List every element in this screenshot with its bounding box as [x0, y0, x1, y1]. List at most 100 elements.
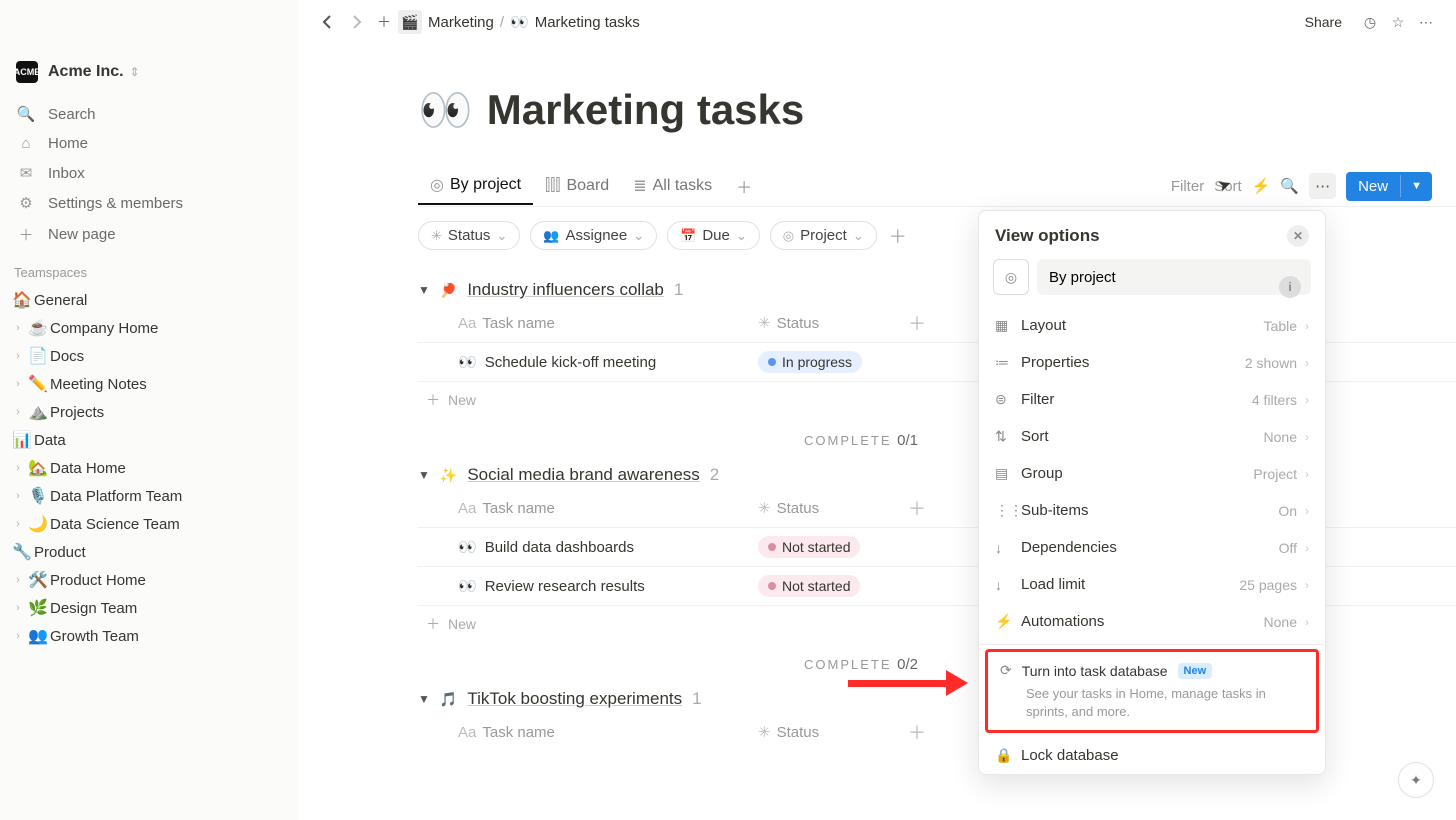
- sidebar-page-item[interactable]: ›🌙Data Science Team: [0, 510, 298, 538]
- add-view-button[interactable]: ＋: [724, 166, 764, 206]
- column-name[interactable]: Task name: [482, 315, 555, 332]
- nav-back-button[interactable]: [314, 8, 342, 36]
- sidebar-page-item[interactable]: ›📄Docs: [0, 342, 298, 370]
- view-option-row[interactable]: ⇅ Sort None ›: [979, 418, 1325, 455]
- chevron-right-icon[interactable]: ›: [10, 490, 26, 502]
- chevron-down-icon[interactable]: ▼: [418, 283, 430, 297]
- chevron-right-icon[interactable]: ›: [10, 322, 26, 334]
- sidebar-page-item[interactable]: ›🛠️Product Home: [0, 566, 298, 594]
- status-badge[interactable]: Not started: [758, 575, 860, 597]
- teamspace-item[interactable]: 📊Data: [0, 426, 298, 454]
- chevron-right-icon[interactable]: ›: [10, 518, 26, 530]
- filter-pill[interactable]: ✳Status⌄: [418, 221, 520, 250]
- group-title[interactable]: Social media brand awareness: [467, 465, 699, 485]
- add-column-button[interactable]: ＋: [908, 719, 926, 745]
- teamspace-item[interactable]: 🔧Product: [0, 538, 298, 566]
- nav-item[interactable]: ⌂Home: [0, 129, 298, 158]
- view-option-row[interactable]: ⊜ Filter 4 filters ›: [979, 381, 1325, 418]
- view-options-button[interactable]: ⋯: [1309, 173, 1336, 199]
- task-name[interactable]: Build data dashboards: [485, 539, 634, 556]
- star-icon[interactable]: ☆: [1384, 8, 1412, 36]
- close-icon[interactable]: ✕: [1287, 225, 1309, 247]
- nav-item[interactable]: ✉Inbox: [0, 158, 298, 188]
- breadcrumb-parent[interactable]: Marketing: [428, 14, 494, 31]
- filter-pill[interactable]: 👥Assignee⌄: [530, 221, 657, 250]
- add-column-button[interactable]: ＋: [908, 310, 926, 336]
- view-tab[interactable]: ≣All tasks: [621, 167, 724, 205]
- nav-item[interactable]: ＋New page: [0, 218, 298, 251]
- view-option-row[interactable]: ↓ Dependencies Off ›: [979, 529, 1325, 566]
- status-icon: ✳: [758, 314, 771, 332]
- view-option-row[interactable]: ▤ Group Project ›: [979, 455, 1325, 492]
- ai-fab-button[interactable]: ✦: [1398, 762, 1434, 798]
- nav-item[interactable]: ⚙Settings & members: [0, 188, 298, 218]
- nav-forward-button[interactable]: [342, 8, 370, 36]
- view-tab[interactable]: ◎By project: [418, 167, 533, 205]
- chevron-down-icon[interactable]: ▼: [418, 692, 430, 706]
- add-filter-button[interactable]: ＋: [889, 223, 907, 249]
- column-status[interactable]: Status: [777, 724, 820, 741]
- chevron-right-icon[interactable]: ›: [10, 378, 26, 390]
- workspace-switcher[interactable]: ACME Acme Inc. ⇕: [0, 55, 298, 89]
- chevron-right-icon[interactable]: ›: [10, 406, 26, 418]
- page-emoji[interactable]: 👀: [418, 84, 473, 136]
- new-tab-button[interactable]: ＋: [370, 8, 398, 36]
- task-name[interactable]: Schedule kick-off meeting: [485, 354, 656, 371]
- chevron-right-icon[interactable]: ›: [10, 602, 26, 614]
- option-icon: ⇅: [995, 428, 1021, 445]
- column-status[interactable]: Status: [777, 315, 820, 332]
- column-name[interactable]: Task name: [482, 724, 555, 741]
- task-name[interactable]: Review research results: [485, 578, 645, 595]
- sidebar-page-item[interactable]: ›☕Company Home: [0, 314, 298, 342]
- more-icon[interactable]: ⋯: [1412, 8, 1440, 36]
- sidebar-page-item[interactable]: ›🌿Design Team: [0, 594, 298, 622]
- option-value: 2 shown: [1245, 355, 1297, 371]
- page-title[interactable]: Marketing tasks: [487, 86, 804, 134]
- sidebar-page-item[interactable]: ›🎙️Data Platform Team: [0, 482, 298, 510]
- chevron-right-icon: ›: [1305, 430, 1309, 444]
- bolt-icon[interactable]: ⚡: [1252, 177, 1271, 195]
- view-tab[interactable]: ⫿⫿⫿Board: [533, 167, 621, 205]
- chevron-right-icon[interactable]: ›: [10, 462, 26, 474]
- chevron-right-icon[interactable]: ›: [10, 350, 26, 362]
- sidebar-page-item[interactable]: ›🏡Data Home: [0, 454, 298, 482]
- chevron-down-icon[interactable]: ▼: [418, 468, 430, 482]
- option-label: Dependencies: [1021, 539, 1279, 556]
- film-icon[interactable]: 🎬: [398, 10, 422, 34]
- filter-button[interactable]: Filter: [1171, 178, 1204, 195]
- view-option-row[interactable]: ⚡ Automations None ›: [979, 603, 1325, 640]
- search-icon[interactable]: 🔍: [1280, 177, 1299, 195]
- lock-database[interactable]: 🔒 Lock database: [979, 737, 1325, 774]
- nav-item[interactable]: 🔍Search: [0, 99, 298, 129]
- new-button[interactable]: New ▼: [1346, 172, 1432, 201]
- info-icon[interactable]: i: [1279, 276, 1301, 298]
- page-label: Design Team: [50, 600, 137, 617]
- group-title[interactable]: Industry influencers collab: [467, 280, 664, 300]
- column-status[interactable]: Status: [777, 500, 820, 517]
- view-option-row[interactable]: ⋮⋮ Sub-items On ›: [979, 492, 1325, 529]
- share-button[interactable]: Share: [1305, 14, 1342, 30]
- chevron-right-icon[interactable]: ›: [10, 574, 26, 586]
- add-column-button[interactable]: ＋: [908, 495, 926, 521]
- view-icon[interactable]: ◎: [993, 259, 1029, 295]
- sidebar-page-item[interactable]: ›✏️Meeting Notes: [0, 370, 298, 398]
- status-badge[interactable]: Not started: [758, 536, 860, 558]
- status-badge[interactable]: In progress: [758, 351, 862, 373]
- group-title[interactable]: TikTok boosting experiments: [467, 689, 682, 709]
- teamspace-item[interactable]: 🏠General: [0, 286, 298, 314]
- chevron-down-icon[interactable]: ▼: [1401, 174, 1432, 198]
- sidebar-page-item[interactable]: ›⛰️Projects: [0, 398, 298, 426]
- view-name-input[interactable]: [1037, 259, 1311, 295]
- view-option-row[interactable]: ≔ Properties 2 shown ›: [979, 344, 1325, 381]
- sidebar-page-item[interactable]: ›👥Growth Team: [0, 622, 298, 650]
- view-option-row[interactable]: ↓ Load limit 25 pages ›: [979, 566, 1325, 603]
- view-option-row[interactable]: ▦ Layout Table ›: [979, 307, 1325, 344]
- breadcrumb-current[interactable]: Marketing tasks: [535, 14, 640, 31]
- column-name[interactable]: Task name: [482, 500, 555, 517]
- filter-pill[interactable]: 📅Due⌄: [667, 221, 760, 250]
- filter-pill[interactable]: ◎Project⌄: [770, 221, 877, 250]
- chevron-right-icon[interactable]: ›: [10, 630, 26, 642]
- chevron-updown-icon: ⇕: [130, 65, 140, 79]
- turn-into-task-database[interactable]: ⟳ Turn into task database New See your t…: [985, 649, 1319, 733]
- clock-icon[interactable]: ◷: [1356, 8, 1384, 36]
